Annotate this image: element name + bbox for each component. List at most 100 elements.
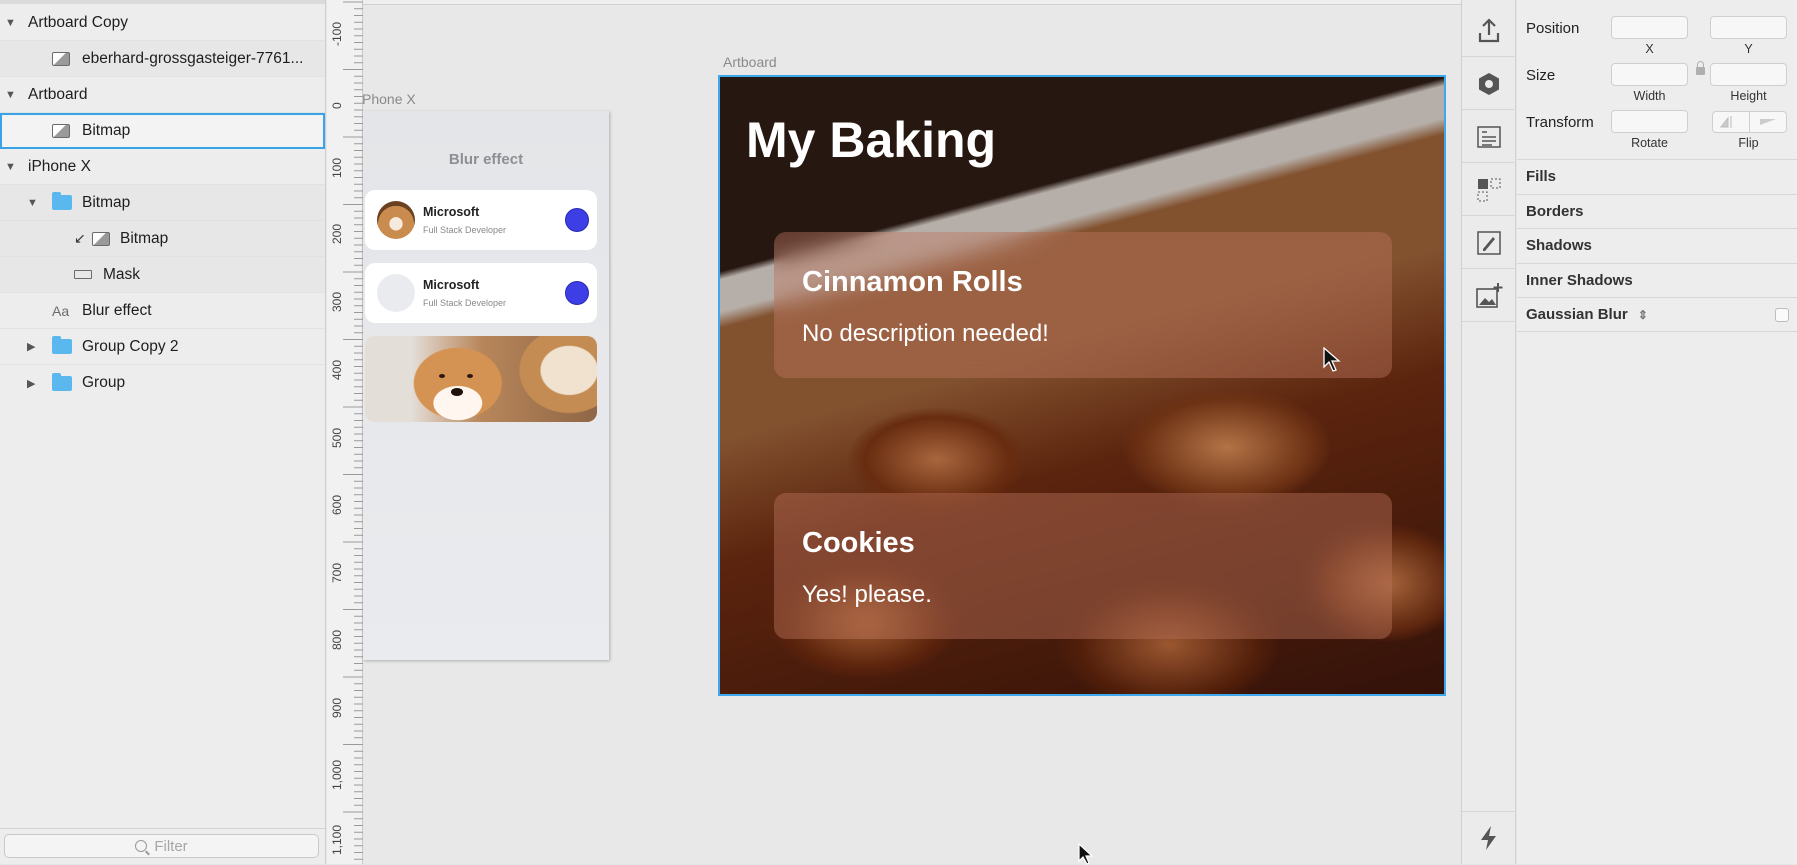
y-label: Y (1744, 42, 1753, 56)
symbol-icon (1479, 72, 1499, 95)
layer-label: Group Copy 2 (82, 337, 179, 355)
disclosure-open-icon[interactable]: ▼ (27, 197, 38, 209)
text-layer-icon: Aa (52, 302, 70, 319)
layout-button[interactable] (1462, 164, 1516, 216)
card-role: Full Stack Developer (423, 225, 507, 235)
updown-chevron-icon[interactable]: ⇕ (1638, 308, 1648, 322)
layer-iphone-x[interactable]: ▼ iPhone X (0, 149, 325, 185)
edit-path-icon (1477, 230, 1501, 255)
insert-image-button[interactable] (1462, 270, 1516, 322)
symbol-button[interactable] (1462, 58, 1516, 110)
layer-group-copy-2[interactable]: ▶ Group Copy 2 (0, 329, 325, 365)
disclosure-open-icon[interactable]: ▼ (5, 17, 16, 29)
text-style-icon (1477, 125, 1501, 148)
layer-label: Artboard (28, 85, 88, 103)
height-input[interactable] (1710, 63, 1787, 86)
blur-enable-checkbox[interactable] (1775, 308, 1789, 322)
inspector-panel: Position X Y Size Width Height Transform… (1517, 0, 1797, 864)
baking-artboard[interactable]: My Baking Cinnamon Rolls No description … (718, 75, 1446, 696)
artboard-title: My Baking (746, 112, 997, 168)
filter-input[interactable]: Filter (4, 834, 319, 858)
dog-photo[interactable] (365, 336, 597, 422)
inner-shadows-section[interactable]: Inner Shadows (1517, 263, 1797, 298)
profile-card[interactable]: Microsoft Full Stack Developer (365, 190, 597, 250)
disclosure-closed-icon[interactable]: ▶ (27, 340, 35, 353)
disclosure-open-icon[interactable]: ▼ (5, 89, 16, 101)
profile-card[interactable]: Microsoft Full Stack Developer (365, 263, 597, 323)
blur-card[interactable]: Cookies Yes! please. (774, 493, 1392, 639)
height-label: Height (1730, 89, 1767, 103)
layers-panel: ▼ Artboard Copy eberhard-grossgasteiger-… (0, 0, 326, 864)
layer-label: Artboard Copy (28, 13, 128, 31)
blur-card[interactable]: Cinnamon Rolls No description needed! (774, 232, 1392, 378)
borders-section[interactable]: Borders (1517, 194, 1797, 229)
flip-horizontal-icon (1719, 116, 1732, 128)
card-name: Microsoft (423, 278, 480, 292)
filter-placeholder: Filter (154, 837, 188, 855)
flip-label: Flip (1738, 136, 1759, 150)
mouse-cursor-icon (1078, 843, 1094, 865)
layer-label: Mask (103, 265, 141, 283)
dog-eye (467, 374, 473, 378)
artboard-label[interactable]: Artboard (723, 54, 777, 70)
disclosure-open-icon[interactable]: ▼ (5, 161, 16, 173)
layer-bitmap-group[interactable]: ▼ Bitmap (0, 185, 325, 221)
layer-bitmap-masked[interactable]: ↙ Bitmap (0, 221, 325, 257)
position-label: Position (1526, 20, 1580, 37)
filter-bar: Filter (0, 828, 325, 864)
flip-horizontal-button[interactable] (1712, 111, 1750, 133)
flip-vertical-button[interactable] (1749, 111, 1787, 133)
vertical-ruler[interactable]: -100 0 100 200 300 400 500 600 700 800 9… (327, 0, 363, 864)
layer-label: Blur effect (82, 301, 152, 319)
status-dot (565, 208, 589, 232)
edit-path-button[interactable] (1462, 217, 1516, 269)
status-dot (565, 281, 589, 305)
text-style-button[interactable] (1462, 111, 1516, 163)
export-icon (1478, 17, 1500, 42)
layer-group[interactable]: ▶ Group (0, 365, 325, 401)
bitmap-icon (52, 51, 70, 66)
search-icon (135, 840, 148, 852)
folder-icon (52, 372, 72, 391)
card-description: Yes! please. (802, 581, 932, 608)
bolt-button[interactable] (1462, 811, 1516, 863)
shadows-section[interactable]: Shadows (1517, 228, 1797, 263)
layer-bitmap-selected[interactable]: Bitmap (0, 113, 325, 149)
layer-label: Group (82, 374, 126, 391)
width-input[interactable] (1611, 63, 1688, 86)
width-label: Width (1633, 89, 1666, 103)
rotate-input[interactable] (1611, 110, 1688, 133)
flip-vertical-icon (1760, 119, 1776, 125)
folder-icon (52, 336, 72, 354)
layer-bitmap-photo[interactable]: eberhard-grossgasteiger-7761... (0, 41, 325, 77)
layer-label: eberhard-grossgasteiger-7761... (82, 49, 304, 67)
layout-icon (1477, 178, 1501, 201)
layer-artboard[interactable]: ▼ Artboard (0, 77, 325, 113)
layer-label: Bitmap (82, 193, 131, 211)
layer-artboard-copy[interactable]: ▼ Artboard Copy (0, 5, 325, 41)
mask-icon (74, 270, 92, 279)
phone-artboard[interactable]: Blur effect Microsoft Full Stack Develop… (363, 111, 609, 660)
transform-label: Transform (1526, 114, 1594, 131)
fills-section[interactable]: Fills (1517, 159, 1797, 194)
card-description: No description needed! (802, 320, 1049, 347)
mask-arrow-icon: ↙ (74, 230, 86, 246)
layer-mask[interactable]: Mask (0, 257, 325, 293)
dog-avatar (377, 201, 415, 239)
position-y-input[interactable] (1710, 16, 1787, 39)
position-x-input[interactable] (1611, 16, 1688, 39)
panel-top-edge (0, 0, 325, 4)
dog-nose (451, 388, 463, 396)
tools-strip (1461, 0, 1516, 864)
lock-icon[interactable] (1696, 61, 1705, 75)
export-button[interactable] (1462, 5, 1516, 57)
bolt-icon (1481, 825, 1496, 850)
empty-avatar (377, 274, 415, 312)
phone-artboard-label[interactable]: Phone X (362, 91, 416, 107)
layer-blur-effect-text[interactable]: Aa Blur effect (0, 293, 325, 329)
gaussian-blur-section[interactable]: Gaussian Blur ⇕ (1517, 297, 1797, 332)
disclosure-closed-icon[interactable]: ▶ (27, 377, 35, 390)
insert-image-icon (1476, 282, 1503, 308)
x-label: X (1645, 42, 1654, 56)
card-role: Full Stack Developer (423, 298, 507, 308)
